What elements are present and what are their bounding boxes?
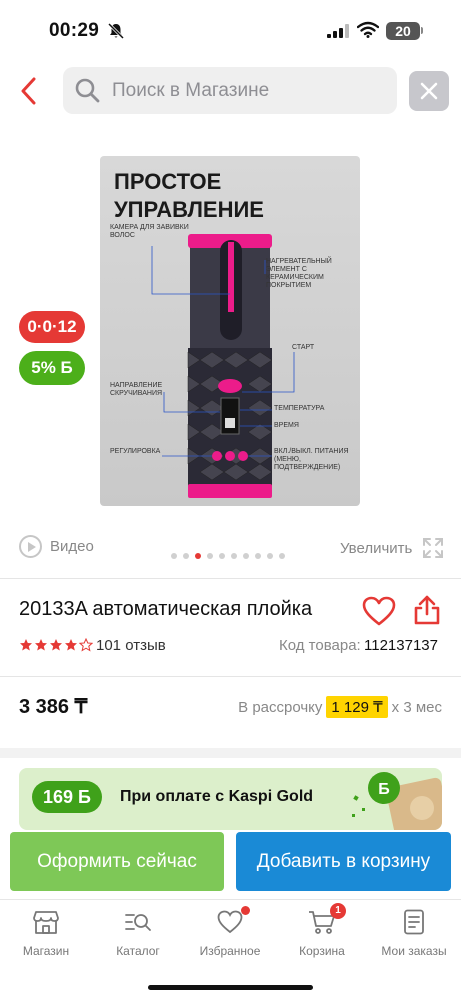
chevron-left-icon	[21, 77, 36, 105]
tab-catalog[interactable]: Каталог	[92, 908, 184, 958]
divider	[0, 676, 461, 677]
gallery-dot[interactable]	[255, 553, 261, 559]
tab-orders[interactable]: Мои заказы	[368, 908, 460, 958]
status-time: 00:29	[49, 20, 100, 41]
tab-store[interactable]: Магазин	[0, 908, 92, 958]
back-button[interactable]	[20, 74, 46, 108]
product-price: 3 386 ₸	[19, 696, 88, 718]
store-icon	[32, 908, 60, 936]
search-input[interactable]: Поиск в Магазине	[63, 67, 397, 114]
label-heater: НАГРЕВАТЕЛЬНЫЙ ЭЛЕМЕНТ С КЕРАМИЧЕСКИМ ПО…	[266, 258, 332, 289]
catalog-icon	[124, 908, 152, 936]
tab-favorites[interactable]: Избранное	[184, 906, 276, 958]
gallery-dot[interactable]	[243, 553, 249, 559]
buy-now-button[interactable]: Оформить сейчас	[10, 832, 224, 891]
close-button[interactable]	[409, 71, 449, 111]
bonus-coin-card-icon: Б	[352, 772, 442, 830]
battery-tip	[421, 27, 423, 34]
label-start: СТАРТ	[292, 344, 315, 351]
gallery-dot[interactable]	[183, 553, 189, 559]
play-icon	[19, 535, 42, 558]
zoom-button[interactable]: Увеличить	[340, 537, 444, 559]
installment-amount: 1 129 ₸	[326, 696, 388, 718]
gallery-dot[interactable]	[231, 553, 237, 559]
gallery-dot-active[interactable]	[195, 553, 201, 559]
wifi-icon	[357, 21, 379, 38]
installment-prefix: В рассрочку	[238, 698, 323, 716]
gallery-dot[interactable]	[207, 553, 213, 559]
section-separator	[0, 748, 461, 758]
gold-bonus-badge: 169 Б	[32, 781, 102, 813]
heart-icon	[216, 906, 250, 936]
image-headline: ПРОСТОЕ УПРАВЛЕНИЕ	[114, 169, 264, 222]
gallery-dot[interactable]	[279, 553, 285, 559]
star-filled-icon	[50, 639, 62, 651]
label-direction: НАПРАВЛЕНИЕ СКРУЧИВАНИЯ	[110, 382, 163, 397]
add-to-cart-button[interactable]: Добавить в корзину	[236, 832, 451, 891]
kaspi-gold-banner[interactable]: 169 Б При оплате с Kaspi Gold Б	[19, 768, 442, 830]
expand-icon	[423, 538, 444, 558]
search-placeholder: Поиск в Магазине	[112, 80, 270, 101]
installment-info[interactable]: В рассрочку 1 129 ₸ x 3 мес	[238, 696, 442, 718]
label-time: ВРЕМЯ	[274, 422, 299, 429]
tab-bar: Магазин Каталог Избранное 1 Корзина Мои …	[0, 899, 461, 999]
reviews-link[interactable]: 101 отзыв	[96, 637, 166, 654]
close-icon	[420, 82, 438, 100]
zoom-label: Увеличить	[340, 539, 413, 557]
installment-suffix: x 3 мес	[391, 698, 442, 716]
tab-label: Каталог	[116, 944, 160, 958]
gallery-dot[interactable]	[267, 553, 273, 559]
tab-label: Мои заказы	[381, 944, 447, 958]
orders-icon	[400, 908, 428, 936]
favorite-button[interactable]	[362, 596, 396, 626]
divider	[0, 578, 461, 579]
label-adjust: РЕГУЛИРОВКА	[110, 448, 161, 455]
star-filled-icon	[35, 639, 47, 651]
bell-muted-icon	[107, 22, 125, 40]
tab-label: Избранное	[199, 944, 261, 958]
product-code-value: 112137137	[364, 637, 438, 654]
gallery-dot[interactable]	[171, 553, 177, 559]
label-temperature: ТЕМПЕРАТУРА	[274, 405, 325, 412]
cart-count-badge: 1	[330, 903, 346, 919]
tab-label: Магазин	[22, 944, 70, 958]
star-filled-icon	[65, 639, 77, 651]
video-label: Видео	[50, 538, 94, 555]
heart-icon	[362, 596, 396, 626]
notification-dot	[241, 906, 250, 915]
product-title: 20133A автоматическая плойка	[19, 598, 313, 620]
home-indicator[interactable]	[148, 985, 313, 990]
product-image[interactable]: ПРОСТОЕ УПРАВЛЕНИЕ КАМЕРА ДЛЯ ЗАВИВКИ ВО…	[100, 156, 360, 506]
star-empty-icon	[79, 638, 93, 652]
status-bar: 00:29 20	[0, 0, 461, 58]
gold-banner-text: При оплате с Kaspi Gold	[120, 788, 314, 805]
product-code-label: Код товара:	[279, 637, 361, 654]
svg-text:Б: Б	[378, 781, 390, 798]
installment-badge: 0·0·12	[19, 311, 85, 343]
gallery-pagination	[171, 553, 285, 559]
star-filled-icon	[20, 639, 32, 651]
rating-stars	[19, 638, 93, 652]
battery-indicator: 20	[386, 22, 420, 40]
share-icon	[414, 595, 440, 625]
gallery-dot[interactable]	[219, 553, 225, 559]
video-button[interactable]: Видео	[19, 535, 94, 558]
search-icon	[75, 78, 100, 103]
tab-cart[interactable]: 1 Корзина	[276, 903, 368, 958]
cart-icon: 1	[308, 903, 346, 936]
label-power: ВКЛ./ВЫКЛ. ПИТАНИЯ (МЕНЮ, ПОДТВЕРЖДЕНИЕ)	[274, 448, 349, 471]
tab-label: Корзина	[299, 944, 345, 958]
label-camera: КАМЕРА ДЛЯ ЗАВИВКИ ВОЛОС	[110, 224, 189, 239]
share-button[interactable]	[413, 594, 441, 626]
signal-icon	[327, 24, 349, 38]
bonus-badge: 5% Б	[19, 351, 85, 385]
